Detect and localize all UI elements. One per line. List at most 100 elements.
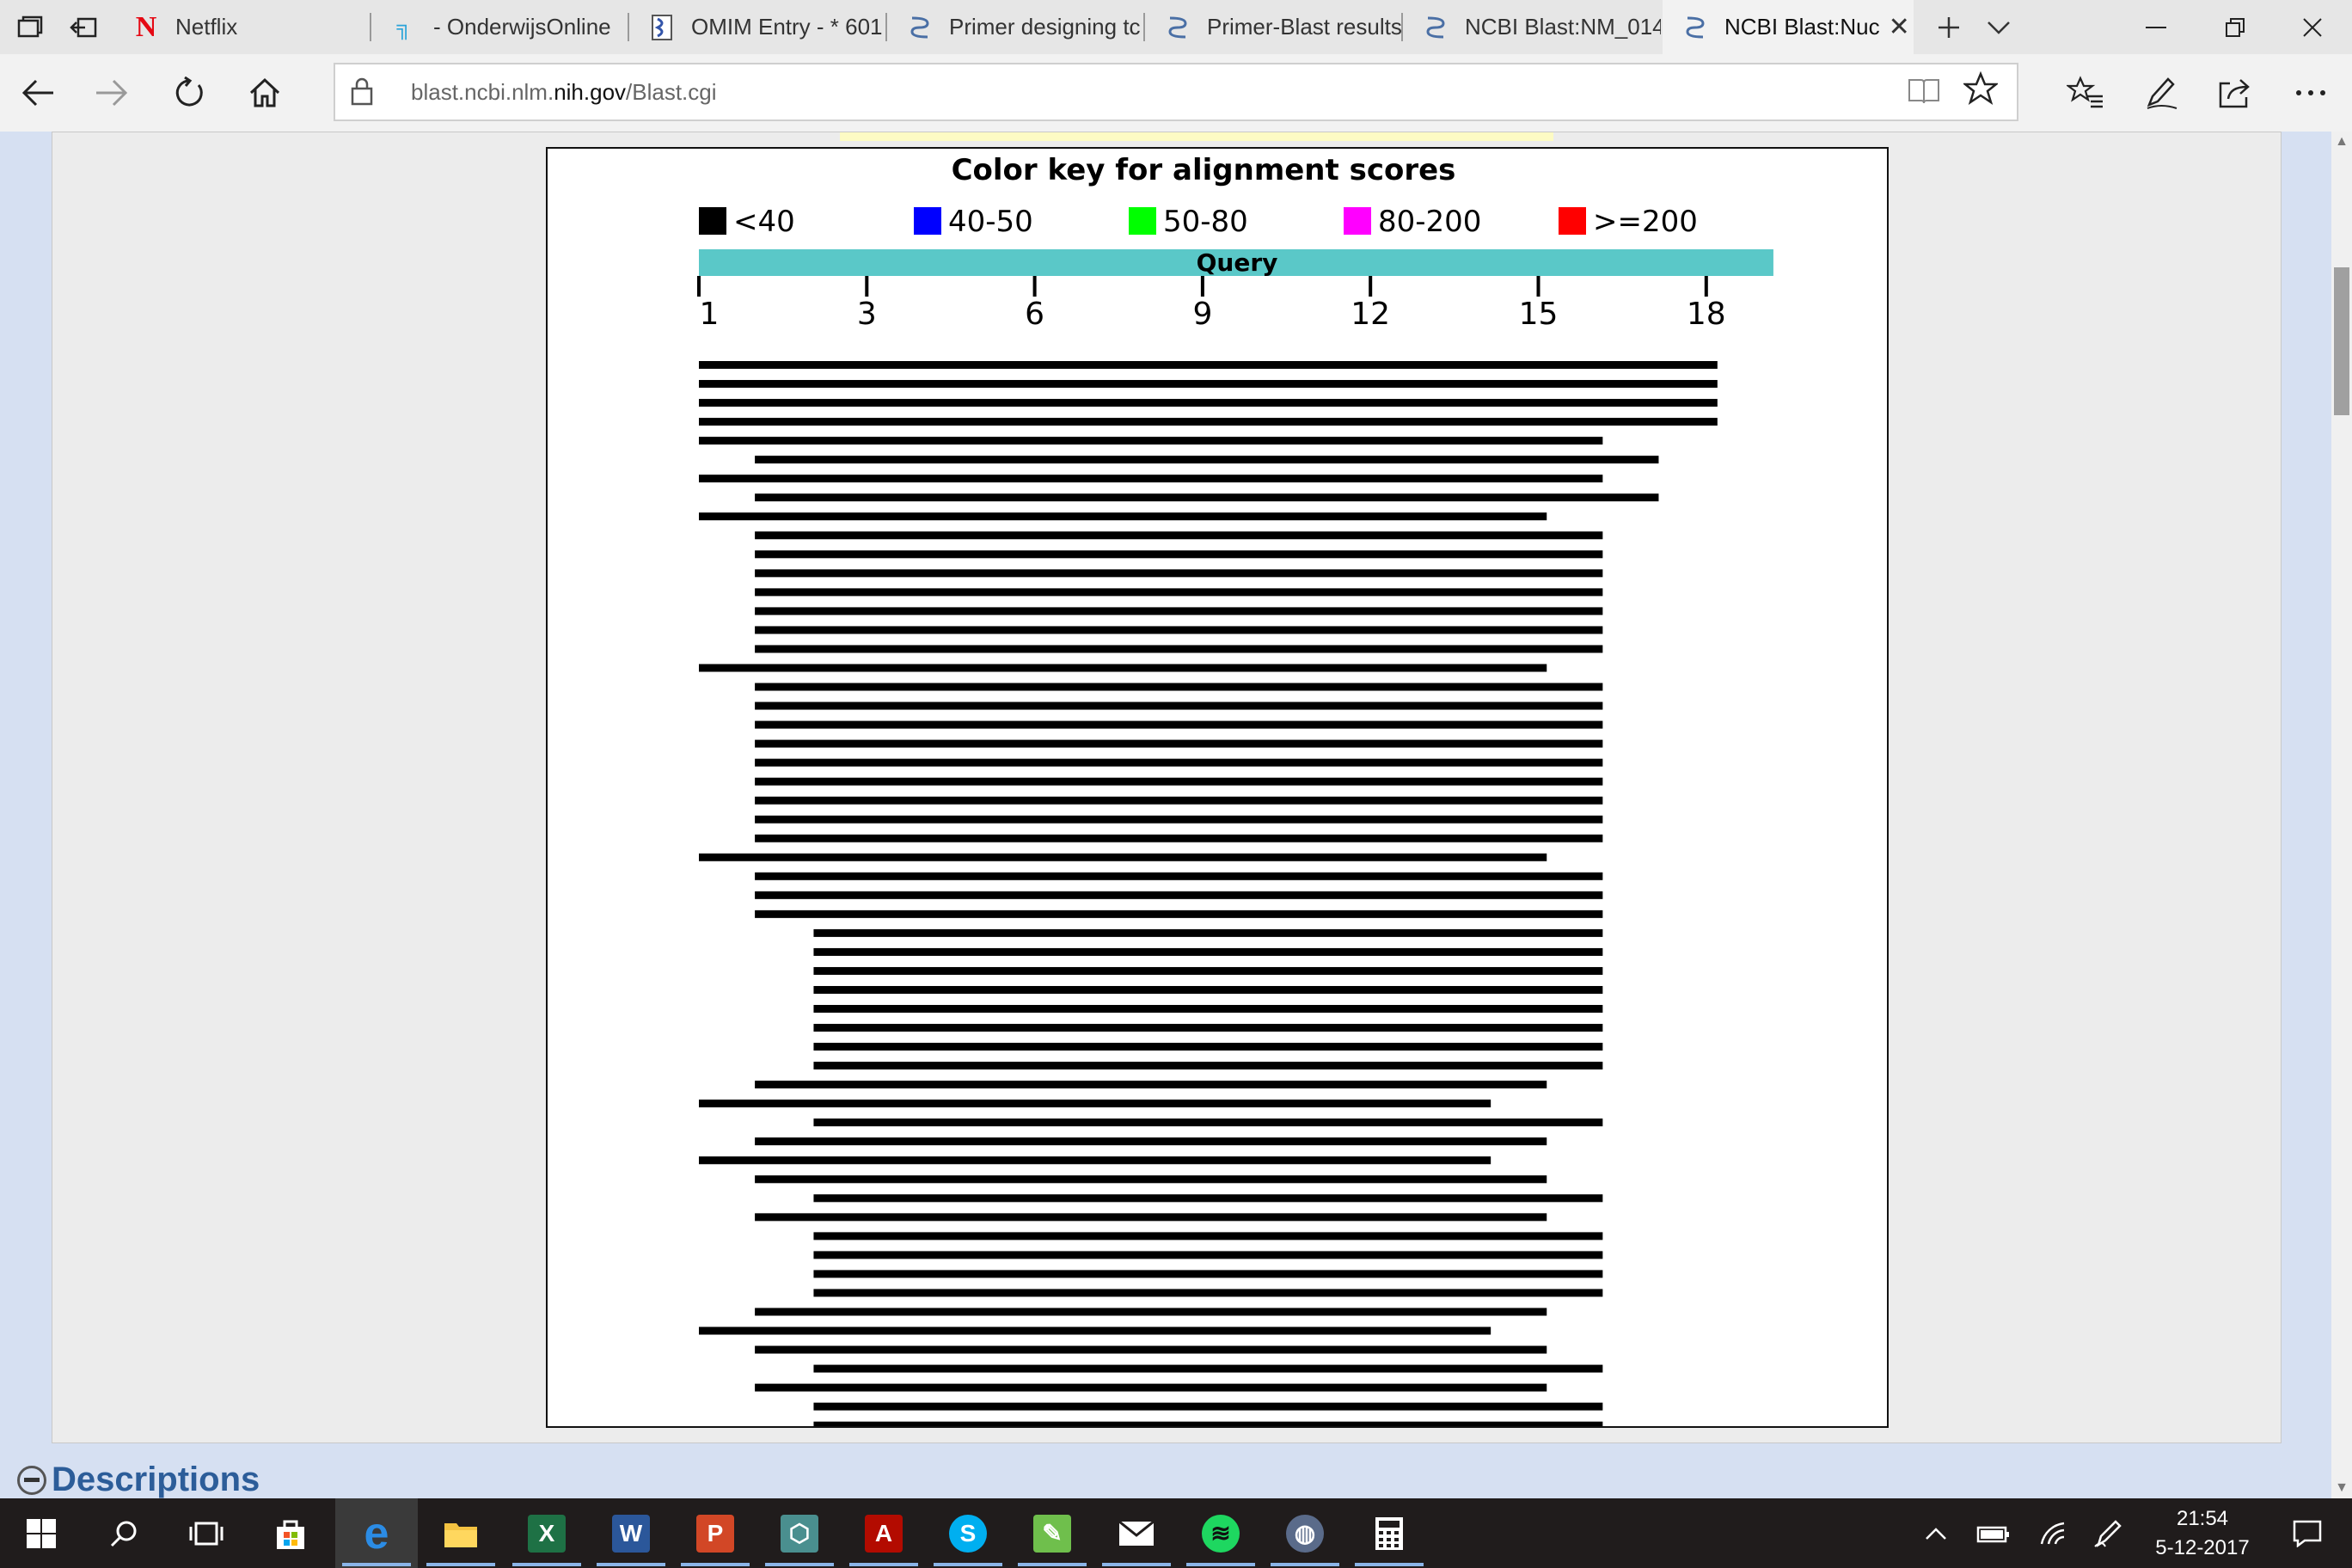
- forward-icon[interactable]: [77, 54, 146, 132]
- axis-tick: [1536, 276, 1540, 297]
- alignment-hit-bar: [813, 966, 1603, 975]
- url-text: blast.ncbi.nlm.nih.gov/Blast.cgi: [411, 79, 717, 105]
- close-tab-icon[interactable]: ✕: [1880, 12, 1910, 42]
- alignment-hit-bar: [755, 891, 1603, 899]
- app-hexagon-icon[interactable]: ⬡: [758, 1498, 841, 1568]
- alignment-hit-bar: [755, 645, 1603, 653]
- show-hidden-icons-icon[interactable]: [1914, 1498, 1958, 1568]
- favorite-star-icon[interactable]: [1962, 70, 2000, 114]
- tab-onderwijsonline[interactable]: ╗ - OnderwijsOnline: [371, 0, 629, 54]
- web-note-icon[interactable]: [2127, 54, 2196, 132]
- alignment-hit-bar: [755, 1137, 1547, 1146]
- close-window-icon[interactable]: [2273, 0, 2352, 54]
- spotify-icon[interactable]: ≋: [1179, 1498, 1262, 1568]
- scroll-down-icon[interactable]: ▼: [2331, 1478, 2352, 1498]
- tab-label: OMIM Entry - * 601: [691, 14, 883, 40]
- alignment-hit-bar: [755, 758, 1603, 767]
- axis-tick: [865, 276, 869, 297]
- word-icon[interactable]: W: [590, 1498, 672, 1568]
- restore-icon[interactable]: [2196, 0, 2275, 54]
- alignment-hit-bar: [755, 493, 1659, 502]
- legend-label: >=200: [1593, 205, 1698, 239]
- alignment-hit-bar: [755, 739, 1603, 748]
- tab-label: NCBI Blast:NM_014: [1465, 14, 1661, 40]
- mail-icon[interactable]: [1095, 1498, 1178, 1568]
- refresh-icon[interactable]: [155, 54, 224, 132]
- axis-tick-label: 6: [1025, 297, 1044, 332]
- tab-omim[interactable]: OMIM Entry - * 601: [629, 0, 887, 54]
- powerpoint-icon[interactable]: P: [674, 1498, 756, 1568]
- alignment-hit-bar: [755, 531, 1603, 540]
- alignment-hit-bar: [755, 1213, 1547, 1222]
- reading-view-icon[interactable]: [1907, 77, 1941, 113]
- alignment-hit-bar: [755, 588, 1603, 597]
- alignment-hit-bar: [813, 1062, 1603, 1070]
- axis-tick-label: 18: [1687, 297, 1726, 332]
- back-icon[interactable]: [3, 54, 72, 132]
- paint-icon[interactable]: ✎: [1011, 1498, 1093, 1568]
- tab-netflix[interactable]: N Netflix: [113, 0, 371, 54]
- battery-icon[interactable]: [1969, 1498, 2018, 1568]
- alignment-hit-bar: [813, 1118, 1603, 1127]
- scroll-up-icon[interactable]: ▲: [2331, 132, 2352, 152]
- minimize-icon[interactable]: [2116, 0, 2196, 54]
- home-icon[interactable]: [230, 54, 299, 132]
- excel-icon[interactable]: X: [505, 1498, 588, 1568]
- system-clock[interactable]: 21:54 5-12-2017: [2134, 1498, 2271, 1568]
- tab-preview-icon[interactable]: [0, 0, 60, 54]
- alignment-hit-bar: [813, 1402, 1603, 1411]
- collapse-icon[interactable]: [17, 1465, 46, 1495]
- start-icon[interactable]: [0, 1498, 83, 1568]
- alignment-hit-bar: [813, 1289, 1603, 1297]
- file-explorer-icon[interactable]: [420, 1498, 502, 1568]
- tab-primer-blast[interactable]: Primer-Blast results: [1145, 0, 1403, 54]
- descriptions-section-toggle[interactable]: Descriptions: [17, 1461, 260, 1498]
- tab-ncbi-blast-nm[interactable]: NCBI Blast:NM_014: [1403, 0, 1661, 54]
- alignment-hit-bar: [755, 1308, 1547, 1316]
- wifi-icon[interactable]: [2029, 1498, 2077, 1568]
- legend-label: <40: [733, 205, 795, 239]
- tab-primer-designing[interactable]: Primer designing tc: [887, 0, 1145, 54]
- calculator-icon[interactable]: [1348, 1498, 1430, 1568]
- globe-app-icon[interactable]: ◍: [1264, 1498, 1346, 1568]
- acrobat-icon[interactable]: A: [842, 1498, 925, 1568]
- search-icon[interactable]: [83, 1498, 165, 1568]
- navigation-bar: blast.ncbi.nlm.nih.gov/Blast.cgi: [0, 54, 2352, 132]
- chevron-down-icon[interactable]: [1969, 0, 2029, 54]
- set-aside-tabs-icon[interactable]: [53, 0, 113, 54]
- address-bar[interactable]: blast.ncbi.nlm.nih.gov/Blast.cgi: [334, 63, 2018, 121]
- alignment-graphic: Color key for alignment scores <40 40-50 50…: [546, 147, 1889, 1428]
- alignment-chart: Color key for alignment scores <40 40-50 50…: [697, 153, 1773, 1426]
- skype-icon[interactable]: S: [927, 1498, 1009, 1568]
- more-icon[interactable]: [2276, 54, 2345, 132]
- tab-label: Primer designing tc: [949, 14, 1141, 40]
- tab-ncbi-blast-nuc[interactable]: NCBI Blast:Nuc ✕: [1663, 0, 1914, 54]
- task-view-icon[interactable]: [165, 1498, 248, 1568]
- alignment-hit-bar: [813, 947, 1603, 956]
- highlight-strip: [840, 132, 1553, 141]
- share-icon[interactable]: [2201, 54, 2269, 132]
- alignment-hit-bar: [755, 607, 1603, 616]
- edge-icon[interactable]: e: [335, 1498, 418, 1568]
- vertical-scrollbar[interactable]: ▲ ▼: [2331, 132, 2352, 1498]
- axis-tick: [1200, 276, 1204, 297]
- pen-workspace-icon[interactable]: [2084, 1498, 2132, 1568]
- action-center-icon[interactable]: [2273, 1498, 2342, 1568]
- axis-tick-label: 12: [1351, 297, 1390, 332]
- alignment-hit-bar: [813, 1251, 1603, 1259]
- descriptions-heading: Descriptions: [52, 1461, 260, 1498]
- netflix-icon: N: [135, 10, 157, 43]
- legend-swatch: [1344, 207, 1371, 235]
- legend-label: 40-50: [948, 205, 1033, 239]
- store-icon[interactable]: [249, 1498, 332, 1568]
- tab-strip: N Netflix ╗ - OnderwijsOnline OMIM Entry…: [0, 0, 2352, 54]
- alignment-hit-bar: [699, 361, 1718, 369]
- axis-tick: [697, 276, 701, 297]
- alignment-hit-bar: [699, 853, 1547, 861]
- alignment-hit-bar: [755, 701, 1603, 710]
- onderwijsonline-icon: ╗: [396, 15, 412, 39]
- favorites-list-icon[interactable]: [2051, 54, 2120, 132]
- scrollbar-thumb[interactable]: [2334, 267, 2349, 415]
- axis-tick-label: 3: [857, 297, 877, 332]
- tab-label: Primer-Blast results: [1207, 14, 1402, 40]
